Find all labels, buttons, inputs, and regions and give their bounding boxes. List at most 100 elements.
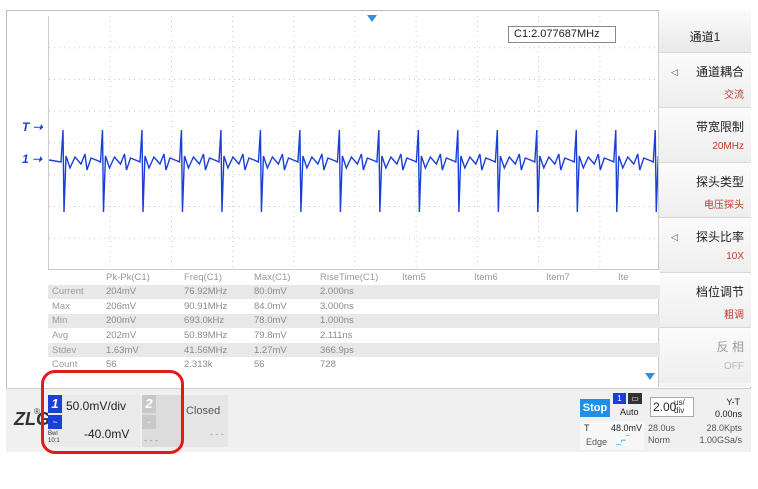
table-cell (542, 328, 614, 343)
trigger-type: Edge (586, 437, 608, 447)
menu-item-value: OFF (724, 361, 744, 372)
trigger-source-icon: ▭ (628, 393, 642, 404)
table-cell: 366.9ps (320, 344, 354, 356)
table-cell (470, 357, 542, 372)
table-cell: 84.0mV (254, 300, 287, 312)
trigger-mode[interactable]: Auto (620, 407, 639, 417)
reference-status: Closed (186, 405, 221, 417)
column-header: RiseTime(C1) (316, 270, 398, 285)
row-label: Stdev (52, 344, 77, 356)
menu-title: 通道1 (659, 10, 751, 53)
menu-item-value: 交流 (724, 90, 744, 101)
menu-item-scale-adjust[interactable]: 档位调节 粗调 (659, 273, 751, 328)
table-cell: 2.313k (184, 359, 213, 371)
menu-item-label: 反 相 (716, 340, 744, 354)
table-cell: 50.89MHz (184, 330, 228, 342)
trigger-label: T (584, 423, 590, 433)
measurement-table: Pk-Pk(C1) Freq(C1) Max(C1) RiseTime(C1) Item… (48, 270, 660, 372)
table-cell (398, 299, 470, 314)
table-row: Avg 202mV 50.89MHz 79.8mV 2.111ns (48, 328, 660, 343)
reference-placeholder: - - - (210, 429, 224, 439)
table-cell (614, 328, 660, 343)
table-cell (470, 285, 542, 300)
menu-item-invert[interactable]: 反 相 OFF (659, 328, 751, 383)
trigger-level: 48.0mV (610, 423, 642, 433)
table-cell (614, 357, 660, 372)
table-cell: 90.91MHz (184, 300, 228, 312)
memory-time: 28.0us (648, 423, 676, 433)
trigger-source-badge: 1 (613, 393, 626, 404)
reference-panel[interactable]: Closed - - - (184, 395, 228, 447)
table-cell (398, 328, 470, 343)
memory-points: 28.0Kpts (706, 423, 742, 433)
table-cell (614, 285, 660, 300)
column-header: Item5 (398, 270, 470, 285)
table-cell: 202mV (106, 330, 137, 342)
table-cell: 80.0mV (254, 286, 287, 298)
table-cell: 76.92MHz (184, 286, 228, 298)
table-cell (542, 343, 614, 358)
timebase-panel[interactable]: 2.00 us/ div Y-T 0.00ns 28.0us 28.0Kpts … (646, 393, 746, 449)
scroll-down-icon[interactable] (645, 373, 655, 380)
menu-item-coupling[interactable]: ◁ 通道耦合 交流 (659, 53, 751, 108)
menu-item-value: 10X (726, 251, 744, 262)
waveform-area[interactable] (48, 16, 661, 270)
timebase-value-field[interactable]: 2.00 (650, 397, 694, 417)
trigger-position-marker-icon[interactable] (367, 15, 377, 22)
channel1-marker-label: 1 (22, 152, 29, 166)
table-cell (470, 299, 542, 314)
table-cell: 1.000ns (320, 315, 354, 327)
oscilloscope-screen: T ➝ 1 ➝ C1:2.077687MHz 通道1 ◁ 通道耦合 交流 带宽限… (0, 0, 758, 489)
table-row: Current 204mV 76.92MHz 80.0mV 2.000ns (48, 284, 660, 300)
horizontal-delay: 0.00ns (714, 409, 742, 419)
table-cell (470, 314, 542, 329)
display-mode: Y-T (726, 397, 740, 407)
table-cell (542, 314, 614, 329)
table-cell: 206mV (106, 300, 137, 312)
table-cell (542, 357, 614, 372)
menu-item-value: 20MHz (712, 141, 744, 152)
column-header: Max(C1) (250, 270, 316, 285)
table-cell: 1.27mV (254, 344, 287, 356)
table-cell: 1.63mV (106, 344, 139, 356)
stop-button[interactable]: Stop (580, 399, 610, 417)
table-cell: 204mV (106, 286, 137, 298)
channel-menu: 通道1 ◁ 通道耦合 交流 带宽限制 20MHz 探头类型 电压探头 ◁ 探头比… (658, 10, 751, 387)
channel-highlight-box (41, 370, 184, 454)
timebase-unit-bottom: div (674, 406, 685, 415)
trigger-info[interactable]: T 48.0mV Edge _⌐‾ (580, 421, 644, 449)
menu-item-probe-type[interactable]: 探头类型 电压探头 (659, 163, 751, 218)
table-cell (470, 328, 542, 343)
table-cell (398, 357, 470, 372)
table-cell (614, 314, 660, 329)
column-header: Item7 (542, 270, 614, 285)
rising-edge-icon: _⌐‾ (616, 435, 630, 445)
table-cell (398, 314, 470, 329)
table-cell: 3.000ns (320, 300, 354, 312)
table-cell: 78.0mV (254, 315, 287, 327)
menu-item-bandwidth[interactable]: 带宽限制 20MHz (659, 108, 751, 163)
table-cell: 2.000ns (320, 286, 354, 298)
table-cell (398, 343, 470, 358)
table-cell: 200mV (106, 315, 137, 327)
table-header-row: Pk-Pk(C1) Freq(C1) Max(C1) RiseTime(C1) Item… (48, 270, 660, 285)
sample-rate: 1.00GSa/s (699, 435, 742, 445)
row-label: Min (52, 315, 68, 327)
row-label: Current (52, 286, 84, 298)
menu-item-probe-ratio[interactable]: ◁ 探头比率 10X (659, 218, 751, 273)
menu-item-label: 档位调节 (695, 285, 744, 299)
table-cell (614, 299, 660, 314)
menu-item-value: 粗调 (724, 310, 744, 321)
menu-arrow-icon: ◁ (671, 232, 678, 242)
column-header (48, 270, 102, 285)
column-header: Item6 (470, 270, 542, 285)
table-cell: 693.0kHz (184, 315, 225, 327)
table-cell: 41.56MHz (184, 344, 228, 356)
row-label: Max (52, 300, 70, 312)
channel1-offset-marker[interactable]: 1 ➝ (22, 152, 42, 166)
table-cell: 2.111ns (320, 330, 353, 342)
registered-mark: ® (34, 407, 40, 416)
table-row: Stdev 1.63mV 41.56MHz 1.27mV 366.9ps (48, 342, 660, 358)
trigger-level-marker[interactable]: T ➝ (22, 120, 43, 134)
table-cell (470, 343, 542, 358)
